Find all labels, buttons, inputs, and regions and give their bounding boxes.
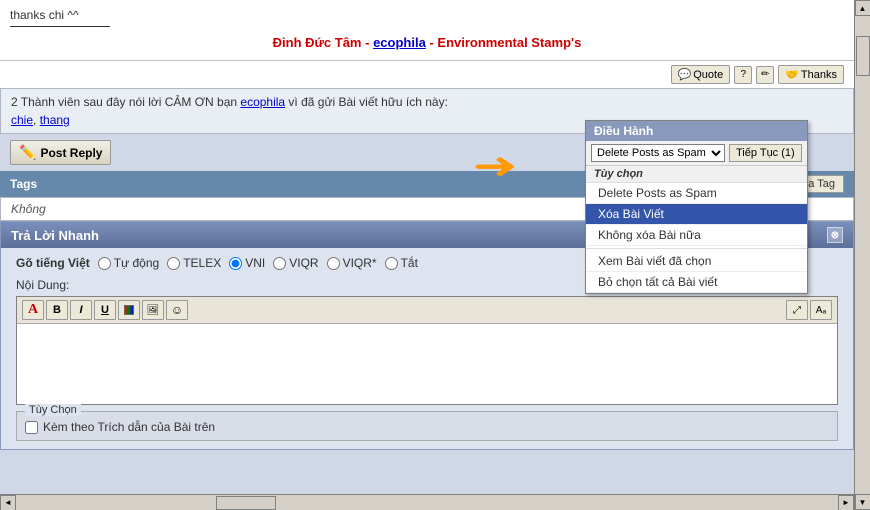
radio-viqr2[interactable]: [327, 257, 340, 270]
resize-button[interactable]: ⤢: [786, 300, 808, 320]
tiep-tuc-button[interactable]: Tiếp Tục (1): [729, 144, 802, 162]
pencil-icon: ✏️: [19, 144, 36, 161]
author-title: Đinh Đức Tâm - ecophila - Environmental …: [10, 35, 844, 50]
option-telex[interactable]: TELEX: [167, 256, 221, 270]
author-name: Đinh Đức Tâm: [273, 35, 362, 50]
underline-button[interactable]: U: [94, 300, 116, 320]
dropdown-item-delete-spam[interactable]: Delete Posts as Spam: [586, 183, 807, 204]
option-viqr2[interactable]: VIQR*: [327, 256, 377, 270]
arrow-indicator: ➜: [472, 145, 517, 187]
image-button[interactable]: 🖼: [142, 300, 164, 320]
quote-icon: 💬: [678, 68, 692, 81]
scrollbar-right: ▲ ▼: [854, 0, 870, 510]
scroll-track-right: [855, 16, 870, 494]
tuy-chon-legend: Tùy Chọn: [25, 404, 81, 416]
tags-value: Không: [11, 202, 46, 216]
radio-tu-dong[interactable]: [98, 257, 111, 270]
action-buttons-area: 💬 Quote ? ✏ 🤝 Thanks: [0, 61, 854, 88]
underline-line: [10, 26, 110, 27]
tuy-chon-checkbox-row: Kèm theo Trích dẫn của Bài trên: [25, 420, 829, 434]
info-button[interactable]: ?: [734, 66, 752, 84]
thank-eco-link[interactable]: ecophila: [240, 95, 285, 109]
post-reply-label: Post Reply: [40, 146, 102, 160]
toolbar-right-buttons: ⤢ Aₐ: [786, 300, 832, 320]
edit-icon: ✏: [761, 69, 769, 80]
thanks-button[interactable]: 🤝 Thanks: [778, 65, 844, 84]
info-icon: ?: [740, 69, 746, 80]
scroll-track-bottom: [16, 495, 838, 510]
dropdown-select-row: Delete Posts as Spam Xóa Bài Viết Không …: [586, 141, 807, 166]
tra-loi-title: Trả Lời Nhanh: [11, 228, 99, 243]
scroll-up-button[interactable]: ▲: [855, 0, 870, 16]
color-button[interactable]: [118, 300, 140, 320]
thank-post: vì đã gửi Bài viết hữu ích này:: [285, 95, 448, 109]
image-icon: 🖼: [147, 305, 160, 316]
font-size-icon: Aₐ: [816, 305, 826, 316]
dropdown-header: Điều Hành: [586, 121, 807, 141]
dropdown-item-khong-xoa[interactable]: Không xóa Bài nữa: [586, 225, 807, 246]
option-tu-dong[interactable]: Tự động: [98, 256, 159, 270]
thanks-icon: 🤝: [785, 68, 799, 81]
thanks-label: Thanks: [801, 69, 837, 81]
tags-label: Tags: [10, 177, 37, 191]
resize-icon: ⤢: [793, 305, 801, 316]
font-icon: A: [28, 302, 38, 318]
bold-button[interactable]: B: [46, 300, 68, 320]
editor-body[interactable]: [17, 324, 837, 404]
scroll-right-button[interactable]: ►: [838, 495, 854, 510]
underline-icon: U: [101, 304, 109, 316]
smiley-icon: ☺: [171, 303, 183, 317]
member-thang[interactable]: thang: [40, 113, 70, 127]
edit-button[interactable]: ✏: [756, 66, 774, 84]
main-wrapper: thanks chi ^^ Đinh Đức Tâm - ecophila - …: [0, 0, 870, 510]
trich-dan-label: Kèm theo Trích dẫn của Bài trên: [43, 420, 215, 434]
color-icon: [124, 305, 134, 315]
top-section: thanks chi ^^ Đinh Đức Tâm - ecophila - …: [0, 0, 854, 61]
bold-icon: B: [53, 304, 61, 316]
scroll-thumb-bottom[interactable]: [216, 496, 276, 510]
scroll-down-button[interactable]: ▼: [855, 494, 870, 510]
post-reply-button[interactable]: ✏️ Post Reply: [10, 140, 111, 165]
thank-pre: 2 Thành viên sau đây nói lời CẢM ƠN bạn: [11, 95, 240, 109]
go-viet-label: Gõ tiếng Việt: [16, 256, 90, 270]
dropdown-select[interactable]: Delete Posts as Spam Xóa Bài Viết Không …: [591, 144, 725, 162]
radio-vni[interactable]: [229, 257, 242, 270]
editor-toolbar: A B I U: [17, 297, 837, 324]
scrollbar-bottom: ◄ ►: [0, 494, 854, 510]
dropdown-title: Điều Hành: [594, 124, 653, 138]
radio-off[interactable]: [385, 257, 398, 270]
radio-telex[interactable]: [167, 257, 180, 270]
quote-label: Quote: [693, 69, 723, 81]
italic-icon: I: [79, 304, 82, 316]
sep1: -: [365, 35, 373, 50]
member-sep: ,: [33, 113, 40, 127]
author-eco: ecophila: [373, 35, 426, 50]
quote-button[interactable]: 💬 Quote: [671, 65, 731, 84]
scroll-left-button[interactable]: ◄: [0, 495, 16, 510]
radio-viqr[interactable]: [273, 257, 286, 270]
editor-container: A B I U: [16, 296, 838, 405]
tuy-chon-header: Tùy chọn: [586, 166, 807, 183]
italic-button[interactable]: I: [70, 300, 92, 320]
trich-dan-checkbox[interactable]: [25, 421, 38, 434]
dropdown-divider: [586, 248, 807, 249]
member-chie[interactable]: chie: [11, 113, 33, 127]
dieu-hanh-dropdown: Điều Hành Delete Posts as Spam Xóa Bài V…: [585, 120, 808, 294]
thanks-text: thanks chi ^^: [10, 8, 844, 22]
collapse-button[interactable]: ⊗: [827, 227, 843, 243]
thank-members-text: 2 Thành viên sau đây nói lời CẢM ƠN bạn …: [11, 95, 843, 109]
font-button[interactable]: A: [22, 300, 44, 320]
font-size-button[interactable]: Aₐ: [810, 300, 832, 320]
option-vni[interactable]: VNI: [229, 256, 265, 270]
dropdown-item-bo-chon[interactable]: Bỏ chọn tất cả Bài viết: [586, 272, 807, 293]
dropdown-item-xoa-bai[interactable]: Xóa Bài Viết: [586, 204, 807, 225]
scroll-thumb-right[interactable]: [856, 36, 870, 76]
sep2: - Environmental Stamp's: [429, 35, 581, 50]
option-off[interactable]: Tắt: [385, 256, 418, 270]
option-viqr[interactable]: VIQR: [273, 256, 318, 270]
smiley-button[interactable]: ☺: [166, 300, 188, 320]
dropdown-item-xem-bai[interactable]: Xem Bài viết đã chọn: [586, 251, 807, 272]
tuy-chon-section: Tùy Chọn Kèm theo Trích dẫn của Bài trên: [16, 411, 838, 441]
